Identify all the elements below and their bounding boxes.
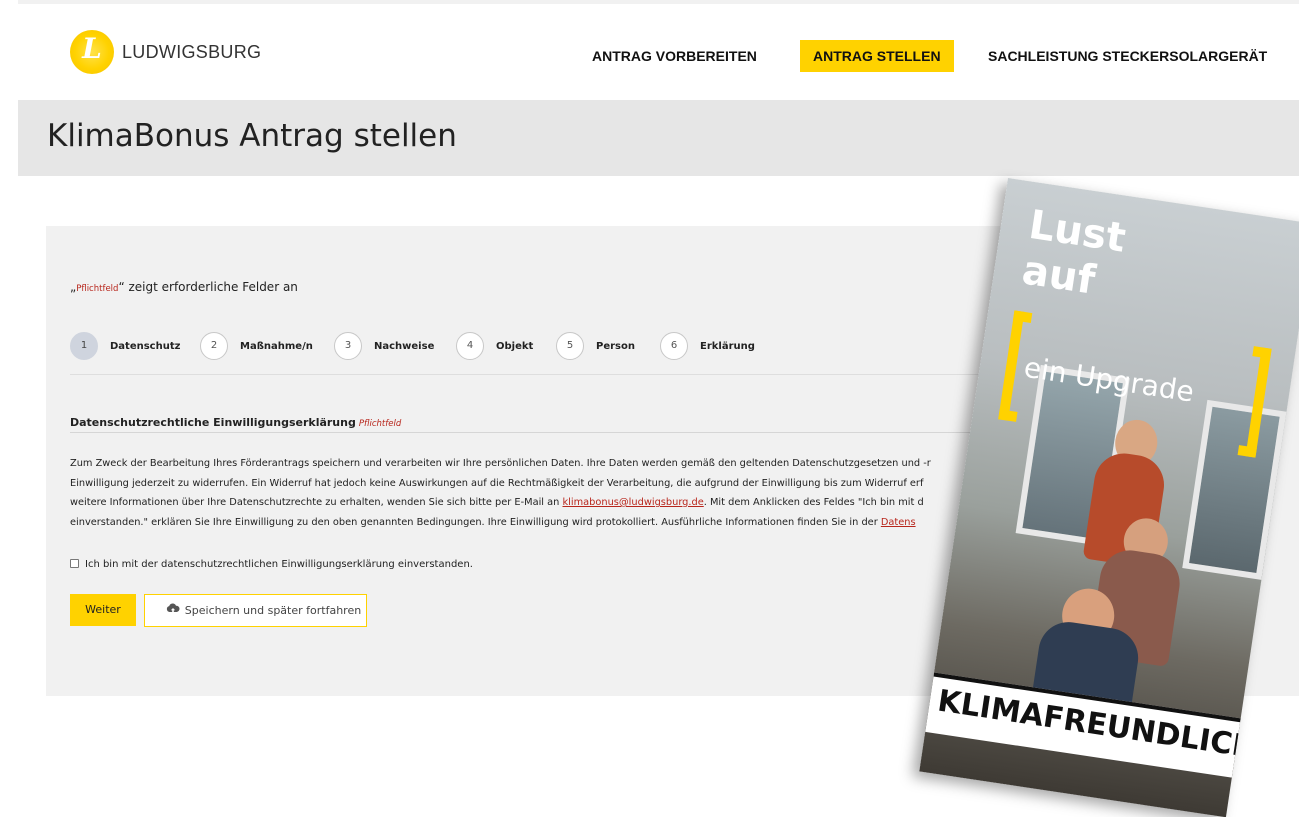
- nav-antrag-vorbereiten[interactable]: ANTRAG VORBEREITEN: [592, 40, 757, 72]
- section-divider: [70, 432, 1070, 433]
- save-later-button[interactable]: Speichern und später fortfahren: [144, 594, 367, 627]
- section-title: Datenschutzrechtliche Einwilligungserklä…: [70, 416, 401, 429]
- step-number: 5: [556, 332, 584, 360]
- email-link[interactable]: klimabonus@ludwigsburg.de: [562, 497, 703, 508]
- step-nachweise[interactable]: 3 Nachweise: [334, 332, 434, 360]
- privacy-policy-link[interactable]: Datens: [881, 517, 916, 528]
- step-label: Erklärung: [700, 340, 755, 352]
- step-erklaerung[interactable]: 6 Erklärung: [660, 332, 755, 360]
- logo-mark: L: [82, 32, 102, 65]
- logo-text[interactable]: LUDWIGSBURG: [122, 42, 261, 63]
- cloud-upload-icon: [166, 596, 180, 614]
- page-title: KlimaBonus Antrag stellen: [47, 118, 457, 154]
- save-later-label: Speichern und später fortfahren: [184, 604, 362, 617]
- step-label: Objekt: [496, 340, 534, 352]
- step-objekt[interactable]: 4 Objekt: [456, 332, 533, 360]
- step-label: Person: [596, 340, 635, 352]
- step-number: 1: [70, 332, 98, 360]
- ludwigsburg-logo-icon[interactable]: L: [70, 30, 114, 74]
- title-band: KlimaBonus Antrag stellen: [18, 100, 1299, 176]
- required-marker: Pflichtfeld: [76, 284, 119, 294]
- consent-checkbox-row[interactable]: Ich bin mit der datenschutzrechtlichen E…: [70, 559, 473, 570]
- nav-antrag-stellen[interactable]: ANTRAG STELLEN: [800, 40, 954, 72]
- section-required-marker: Pflichtfeld: [358, 419, 402, 429]
- required-note: „Pflichtfeld“ zeigt erforderliche Felder…: [70, 280, 298, 294]
- steps-divider: [70, 374, 1070, 375]
- step-person[interactable]: 5 Person: [556, 332, 635, 360]
- step-number: 2: [200, 332, 228, 360]
- site-header: L LUDWIGSBURG ANTRAG VORBEREITEN ANTRAG …: [18, 4, 1299, 100]
- step-number: 6: [660, 332, 688, 360]
- section-title-text: Datenschutzrechtliche Einwilligungserklä…: [70, 416, 356, 429]
- consent-text-part: weitere Informationen über Ihre Datensch…: [70, 497, 563, 508]
- step-number: 4: [456, 332, 484, 360]
- required-note-text: “ zeigt erforderliche Felder an: [118, 280, 298, 294]
- consent-label: Ich bin mit der datenschutzrechtlichen E…: [85, 559, 473, 570]
- step-massnahmen[interactable]: 2 Maßnahme/n: [200, 332, 313, 360]
- poster-title: Lust auf: [1019, 202, 1128, 307]
- step-label: Datenschutz: [110, 340, 181, 352]
- step-datenschutz[interactable]: 1 Datenschutz: [70, 332, 180, 360]
- consent-text-part: . Mit dem Anklicken des Feldes "Ich bin …: [703, 497, 924, 508]
- consent-text-part: einverstanden." erklären Sie Ihre Einwil…: [70, 516, 881, 528]
- step-label: Nachweise: [374, 340, 435, 352]
- consent-checkbox[interactable]: [70, 559, 79, 568]
- step-number: 3: [334, 332, 362, 360]
- next-button[interactable]: Weiter: [70, 594, 136, 626]
- poster-banner-text: KLIMAFREUNDLICH: [935, 683, 1260, 766]
- step-label: Maßnahme/n: [240, 340, 313, 352]
- nav-sachleistung-steckersolargeraet[interactable]: SACHLEISTUNG STECKERSOLARGERÄT: [988, 40, 1267, 72]
